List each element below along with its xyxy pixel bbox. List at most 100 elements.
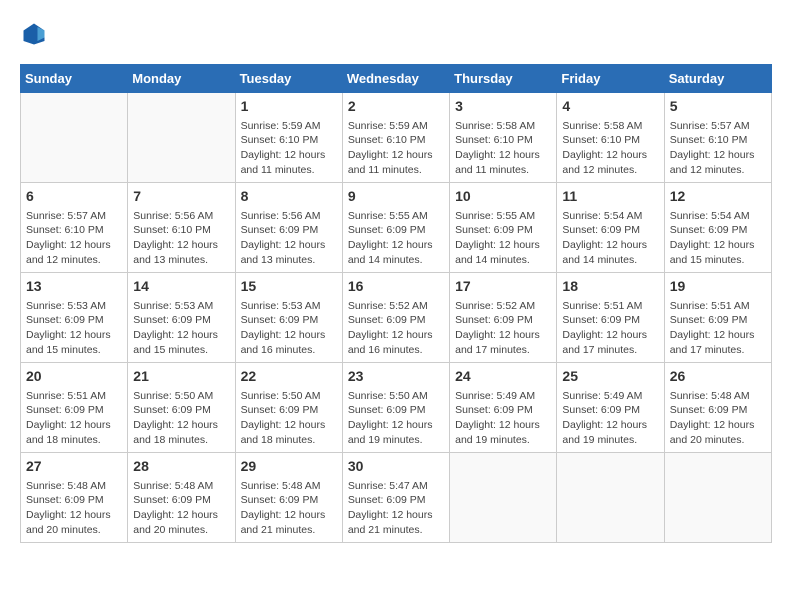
day-number: 9: [348, 187, 444, 207]
day-number: 12: [670, 187, 766, 207]
weekday-header: Tuesday: [235, 65, 342, 93]
day-info: Sunrise: 5:52 AM Sunset: 6:09 PM Dayligh…: [455, 299, 551, 358]
day-number: 13: [26, 277, 122, 297]
calendar-cell: 18Sunrise: 5:51 AM Sunset: 6:09 PM Dayli…: [557, 273, 664, 363]
day-number: 23: [348, 367, 444, 387]
calendar-header: SundayMondayTuesdayWednesdayThursdayFrid…: [21, 65, 772, 93]
calendar-cell: 27Sunrise: 5:48 AM Sunset: 6:09 PM Dayli…: [21, 453, 128, 543]
weekday-header: Wednesday: [342, 65, 449, 93]
day-number: 25: [562, 367, 658, 387]
day-number: 29: [241, 457, 337, 477]
calendar-week-row: 27Sunrise: 5:48 AM Sunset: 6:09 PM Dayli…: [21, 453, 772, 543]
day-number: 21: [133, 367, 229, 387]
day-number: 27: [26, 457, 122, 477]
day-number: 20: [26, 367, 122, 387]
calendar-cell: 12Sunrise: 5:54 AM Sunset: 6:09 PM Dayli…: [664, 183, 771, 273]
day-info: Sunrise: 5:49 AM Sunset: 6:09 PM Dayligh…: [562, 389, 658, 448]
day-number: 18: [562, 277, 658, 297]
calendar-week-row: 1Sunrise: 5:59 AM Sunset: 6:10 PM Daylig…: [21, 93, 772, 183]
day-number: 2: [348, 97, 444, 117]
day-number: 5: [670, 97, 766, 117]
calendar-cell: 3Sunrise: 5:58 AM Sunset: 6:10 PM Daylig…: [450, 93, 557, 183]
day-info: Sunrise: 5:50 AM Sunset: 6:09 PM Dayligh…: [133, 389, 229, 448]
calendar-cell: 17Sunrise: 5:52 AM Sunset: 6:09 PM Dayli…: [450, 273, 557, 363]
calendar-cell: 15Sunrise: 5:53 AM Sunset: 6:09 PM Dayli…: [235, 273, 342, 363]
day-info: Sunrise: 5:59 AM Sunset: 6:10 PM Dayligh…: [348, 119, 444, 178]
logo: [20, 20, 52, 48]
calendar-cell: 11Sunrise: 5:54 AM Sunset: 6:09 PM Dayli…: [557, 183, 664, 273]
calendar-cell: 2Sunrise: 5:59 AM Sunset: 6:10 PM Daylig…: [342, 93, 449, 183]
day-info: Sunrise: 5:55 AM Sunset: 6:09 PM Dayligh…: [455, 209, 551, 268]
calendar-cell: 9Sunrise: 5:55 AM Sunset: 6:09 PM Daylig…: [342, 183, 449, 273]
weekday-header: Friday: [557, 65, 664, 93]
day-number: 14: [133, 277, 229, 297]
calendar-cell: 24Sunrise: 5:49 AM Sunset: 6:09 PM Dayli…: [450, 363, 557, 453]
day-info: Sunrise: 5:47 AM Sunset: 6:09 PM Dayligh…: [348, 479, 444, 538]
day-info: Sunrise: 5:49 AM Sunset: 6:09 PM Dayligh…: [455, 389, 551, 448]
day-info: Sunrise: 5:58 AM Sunset: 6:10 PM Dayligh…: [455, 119, 551, 178]
weekday-header: Saturday: [664, 65, 771, 93]
calendar-cell: 16Sunrise: 5:52 AM Sunset: 6:09 PM Dayli…: [342, 273, 449, 363]
weekday-header: Thursday: [450, 65, 557, 93]
calendar-cell: 23Sunrise: 5:50 AM Sunset: 6:09 PM Dayli…: [342, 363, 449, 453]
day-number: 16: [348, 277, 444, 297]
day-info: Sunrise: 5:48 AM Sunset: 6:09 PM Dayligh…: [26, 479, 122, 538]
calendar-cell: [450, 453, 557, 543]
day-info: Sunrise: 5:53 AM Sunset: 6:09 PM Dayligh…: [133, 299, 229, 358]
day-number: 4: [562, 97, 658, 117]
calendar-cell: 30Sunrise: 5:47 AM Sunset: 6:09 PM Dayli…: [342, 453, 449, 543]
calendar-cell: 25Sunrise: 5:49 AM Sunset: 6:09 PM Dayli…: [557, 363, 664, 453]
day-info: Sunrise: 5:50 AM Sunset: 6:09 PM Dayligh…: [241, 389, 337, 448]
day-info: Sunrise: 5:52 AM Sunset: 6:09 PM Dayligh…: [348, 299, 444, 358]
calendar-cell: 29Sunrise: 5:48 AM Sunset: 6:09 PM Dayli…: [235, 453, 342, 543]
day-info: Sunrise: 5:55 AM Sunset: 6:09 PM Dayligh…: [348, 209, 444, 268]
calendar-cell: [664, 453, 771, 543]
calendar-cell: 13Sunrise: 5:53 AM Sunset: 6:09 PM Dayli…: [21, 273, 128, 363]
day-number: 28: [133, 457, 229, 477]
day-info: Sunrise: 5:57 AM Sunset: 6:10 PM Dayligh…: [26, 209, 122, 268]
calendar-week-row: 20Sunrise: 5:51 AM Sunset: 6:09 PM Dayli…: [21, 363, 772, 453]
day-info: Sunrise: 5:59 AM Sunset: 6:10 PM Dayligh…: [241, 119, 337, 178]
day-number: 24: [455, 367, 551, 387]
calendar-cell: 19Sunrise: 5:51 AM Sunset: 6:09 PM Dayli…: [664, 273, 771, 363]
day-info: Sunrise: 5:51 AM Sunset: 6:09 PM Dayligh…: [670, 299, 766, 358]
day-info: Sunrise: 5:56 AM Sunset: 6:10 PM Dayligh…: [133, 209, 229, 268]
day-number: 26: [670, 367, 766, 387]
calendar-cell: 28Sunrise: 5:48 AM Sunset: 6:09 PM Dayli…: [128, 453, 235, 543]
day-number: 17: [455, 277, 551, 297]
weekday-header: Sunday: [21, 65, 128, 93]
day-info: Sunrise: 5:54 AM Sunset: 6:09 PM Dayligh…: [670, 209, 766, 268]
weekday-row: SundayMondayTuesdayWednesdayThursdayFrid…: [21, 65, 772, 93]
day-number: 1: [241, 97, 337, 117]
calendar-cell: [128, 93, 235, 183]
day-number: 7: [133, 187, 229, 207]
calendar-cell: 20Sunrise: 5:51 AM Sunset: 6:09 PM Dayli…: [21, 363, 128, 453]
calendar-cell: 22Sunrise: 5:50 AM Sunset: 6:09 PM Dayli…: [235, 363, 342, 453]
calendar-week-row: 6Sunrise: 5:57 AM Sunset: 6:10 PM Daylig…: [21, 183, 772, 273]
calendar-cell: 1Sunrise: 5:59 AM Sunset: 6:10 PM Daylig…: [235, 93, 342, 183]
day-info: Sunrise: 5:50 AM Sunset: 6:09 PM Dayligh…: [348, 389, 444, 448]
day-number: 19: [670, 277, 766, 297]
calendar-cell: 7Sunrise: 5:56 AM Sunset: 6:10 PM Daylig…: [128, 183, 235, 273]
day-info: Sunrise: 5:48 AM Sunset: 6:09 PM Dayligh…: [670, 389, 766, 448]
day-number: 6: [26, 187, 122, 207]
calendar-table: SundayMondayTuesdayWednesdayThursdayFrid…: [20, 64, 772, 543]
calendar-cell: 8Sunrise: 5:56 AM Sunset: 6:09 PM Daylig…: [235, 183, 342, 273]
calendar-cell: 10Sunrise: 5:55 AM Sunset: 6:09 PM Dayli…: [450, 183, 557, 273]
day-info: Sunrise: 5:58 AM Sunset: 6:10 PM Dayligh…: [562, 119, 658, 178]
weekday-header: Monday: [128, 65, 235, 93]
day-info: Sunrise: 5:51 AM Sunset: 6:09 PM Dayligh…: [26, 389, 122, 448]
day-info: Sunrise: 5:54 AM Sunset: 6:09 PM Dayligh…: [562, 209, 658, 268]
calendar-cell: 21Sunrise: 5:50 AM Sunset: 6:09 PM Dayli…: [128, 363, 235, 453]
day-info: Sunrise: 5:48 AM Sunset: 6:09 PM Dayligh…: [133, 479, 229, 538]
calendar-cell: 4Sunrise: 5:58 AM Sunset: 6:10 PM Daylig…: [557, 93, 664, 183]
day-number: 30: [348, 457, 444, 477]
day-info: Sunrise: 5:53 AM Sunset: 6:09 PM Dayligh…: [241, 299, 337, 358]
calendar-cell: [557, 453, 664, 543]
calendar-cell: 14Sunrise: 5:53 AM Sunset: 6:09 PM Dayli…: [128, 273, 235, 363]
calendar-cell: 26Sunrise: 5:48 AM Sunset: 6:09 PM Dayli…: [664, 363, 771, 453]
day-info: Sunrise: 5:57 AM Sunset: 6:10 PM Dayligh…: [670, 119, 766, 178]
calendar-week-row: 13 Sunrise: 5:53 AM Sunset: 6:09 PM Dayli…: [21, 273, 772, 363]
day-number: 10: [455, 187, 551, 207]
day-number: 8: [241, 187, 337, 207]
